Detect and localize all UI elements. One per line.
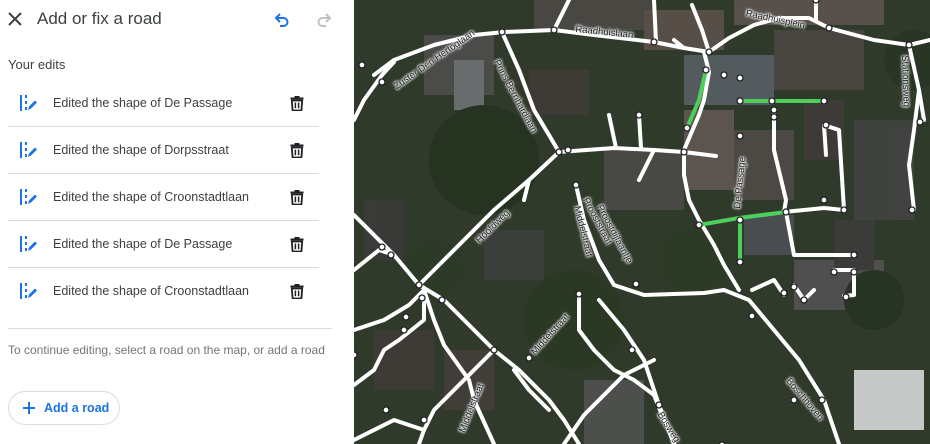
edit-list-item[interactable]: Edited the shape of Dorpsstraat [8, 127, 319, 174]
edit-item-label: Edited the shape of Croonstadtlaan [53, 190, 249, 204]
satellite-map [354, 0, 930, 444]
edit-item-label: Edited the shape of Dorpsstraat [53, 143, 229, 157]
panel-title: Add or fix a road [37, 9, 162, 28]
edit-road-icon [20, 236, 37, 252]
trash-icon [290, 96, 304, 111]
edit-road-icon [20, 189, 37, 205]
edit-road-icon [20, 95, 37, 111]
delete-edit-button[interactable] [287, 140, 307, 160]
delete-edit-button[interactable] [287, 93, 307, 113]
edit-list-item[interactable]: Edited the shape of De Passage [8, 221, 319, 268]
your-edits-heading: Your edits [8, 57, 66, 72]
divider [8, 328, 332, 329]
panel-header: Add or fix a road [0, 0, 354, 38]
help-text: To continue editing, select a road on th… [8, 343, 325, 357]
close-icon [8, 12, 22, 26]
street-label: Stationsweg [899, 55, 912, 108]
edit-road-icon [20, 283, 37, 299]
trash-icon [290, 284, 304, 299]
delete-edit-button[interactable] [287, 187, 307, 207]
trash-icon [290, 190, 304, 205]
delete-edit-button[interactable] [287, 281, 307, 301]
undo-button[interactable] [271, 8, 293, 30]
map-canvas[interactable]: Zuster Den Hertoglaan Raadhuislaan Raadh… [354, 0, 930, 444]
edit-list-item[interactable]: Edited the shape of Croonstadtlaan [8, 174, 319, 221]
redo-icon [317, 13, 332, 27]
plus-icon [23, 402, 35, 414]
add-road-label: Add a road [44, 401, 110, 415]
trash-icon [290, 143, 304, 158]
edit-road-icon [20, 142, 37, 158]
edit-list-item[interactable]: Edited the shape of De Passage [8, 80, 319, 127]
edit-panel: Add or fix a road Your edits Edited the … [0, 0, 354, 444]
undo-icon [274, 13, 289, 27]
edit-list-item[interactable]: Edited the shape of Croonstadtlaan [8, 268, 319, 315]
edit-item-label: Edited the shape of Croonstadtlaan [53, 284, 249, 298]
delete-edit-button[interactable] [287, 234, 307, 254]
add-road-button[interactable]: Add a road [8, 391, 120, 425]
edit-list: Edited the shape of De Passage Edited th… [8, 80, 319, 315]
edit-item-label: Edited the shape of De Passage [53, 237, 233, 251]
redo-button[interactable] [313, 8, 335, 30]
trash-icon [290, 237, 304, 252]
edit-item-label: Edited the shape of De Passage [53, 96, 233, 110]
close-button[interactable] [4, 8, 26, 30]
